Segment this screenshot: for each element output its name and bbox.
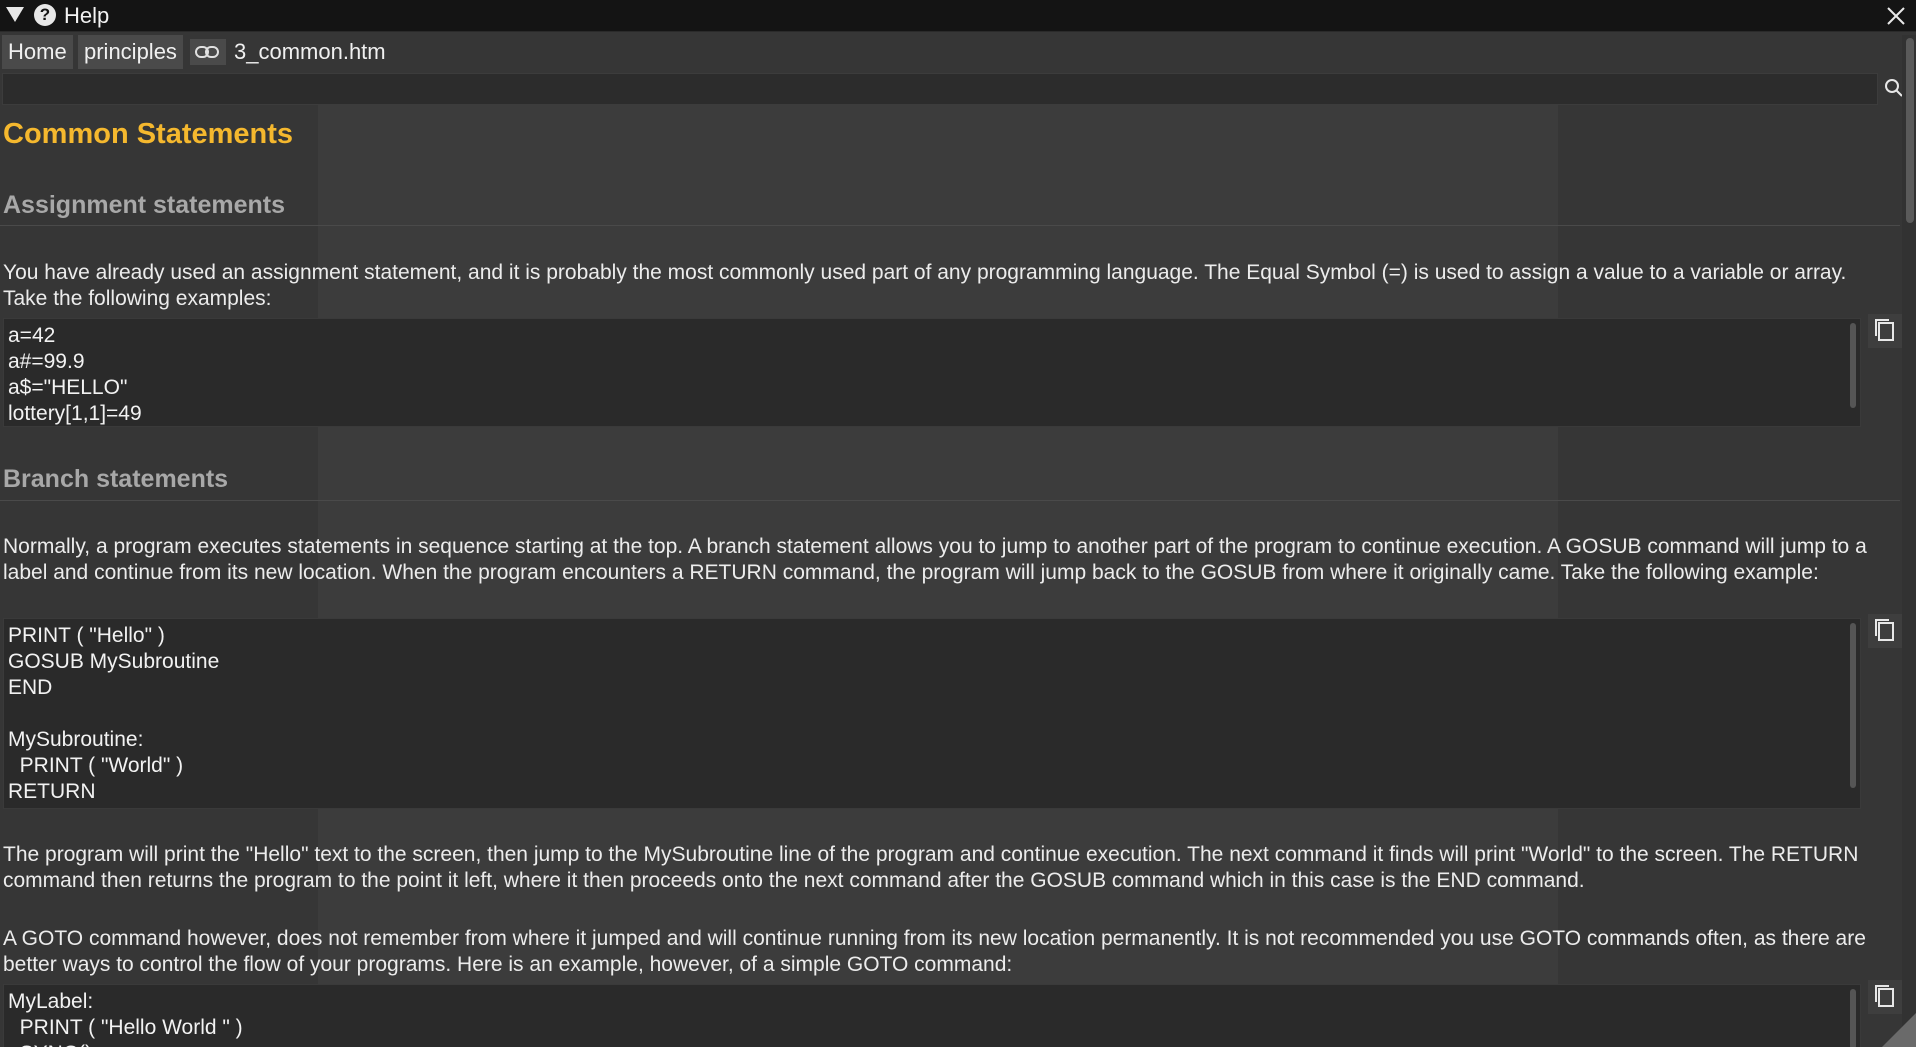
divider: [0, 225, 1900, 226]
search-input[interactable]: [2, 73, 1878, 105]
code-scrollbar[interactable]: [1850, 989, 1856, 1047]
section-heading-assignment: Assignment statements: [3, 191, 286, 219]
window-title: Help: [64, 3, 110, 28]
code-scrollbar[interactable]: [1850, 323, 1856, 408]
page-title: Common Statements: [3, 118, 294, 150]
gosub-explanation-paragraph: The program will print the "Hello" text …: [3, 843, 1859, 892]
question-icon: ?: [34, 4, 56, 26]
code-scrollbar[interactable]: [1850, 623, 1856, 788]
current-file-label: 3_common.htm: [234, 39, 386, 64]
branch-paragraph: Normally, a program executes statements …: [3, 535, 1867, 584]
close-icon[interactable]: [1884, 4, 1908, 28]
resize-grip[interactable]: [1882, 1013, 1916, 1047]
breadcrumb-home[interactable]: Home: [2, 35, 73, 69]
section-heading-branch: Branch statements: [3, 465, 229, 493]
copy-button[interactable]: [1868, 614, 1902, 648]
copy-button[interactable]: [1868, 980, 1902, 1014]
copy-icon: [1875, 619, 1894, 641]
link-icon: [190, 39, 226, 65]
goto-paragraph: A GOTO command however, does not remembe…: [3, 927, 1866, 976]
code-text: PRINT ( "Hello" ) GOSUB MySubroutine END…: [8, 624, 220, 803]
copy-icon: [1875, 319, 1894, 341]
code-text: a=42 a#=99.9 a$="HELLO" lottery[1,1]=49: [8, 324, 142, 425]
triangle-down-icon[interactable]: [6, 7, 24, 22]
scrollbar-thumb[interactable]: [1906, 38, 1914, 223]
copy-button[interactable]: [1868, 314, 1902, 348]
help-window: ? Help Home principles 3_common.htm Comm…: [0, 0, 1916, 1047]
assignment-paragraph: You have already used an assignment stat…: [3, 261, 1847, 310]
code-text: MyLabel: PRINT ( "Hello World " ) SYNC(): [8, 990, 243, 1047]
breadcrumb-principles[interactable]: principles: [78, 35, 183, 69]
code-block-gosub[interactable]: PRINT ( "Hello" ) GOSUB MySubroutine END…: [3, 618, 1861, 809]
title-bar[interactable]: ? Help: [0, 0, 1916, 32]
divider: [0, 500, 1900, 501]
copy-icon: [1875, 985, 1894, 1007]
code-block-assignment[interactable]: a=42 a#=99.9 a$="HELLO" lottery[1,1]=49: [3, 318, 1861, 427]
code-block-goto[interactable]: MyLabel: PRINT ( "Hello World " ) SYNC(): [3, 984, 1861, 1047]
